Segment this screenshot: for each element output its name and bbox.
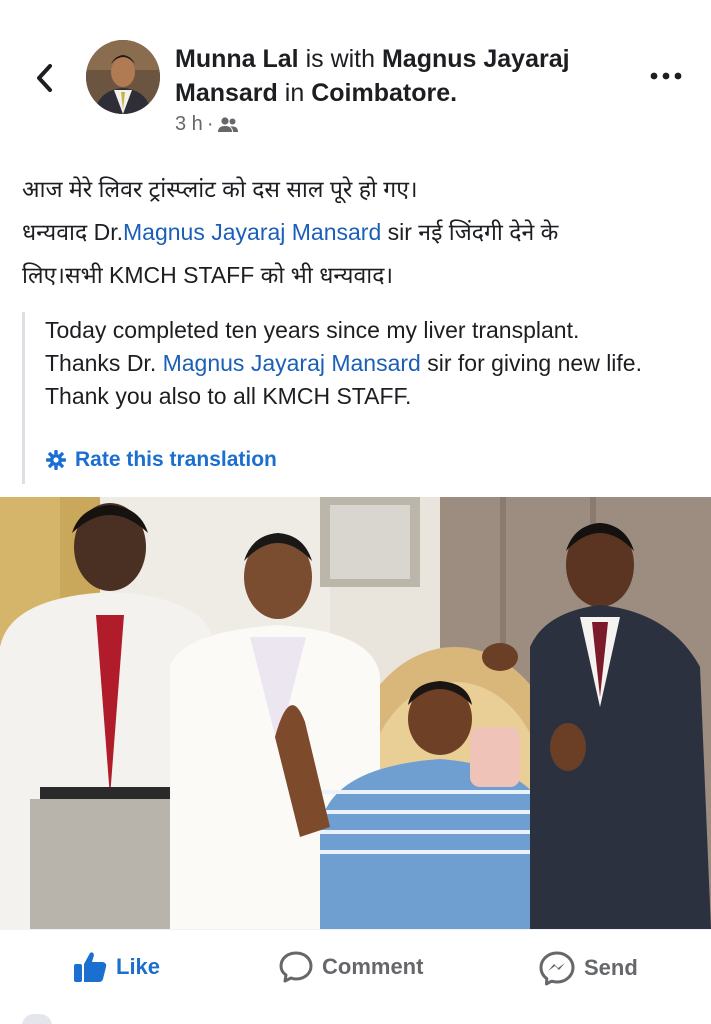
post-photo[interactable]	[0, 497, 711, 929]
like-button[interactable]: Like	[72, 950, 160, 984]
post-text-line: आज मेरे लिवर ट्रांस्प्लांट को दस साल पूर…	[22, 176, 418, 202]
meta-separator: ·	[206, 113, 214, 135]
translation-line: Thanks Dr. Magnus Jayaraj Mansard sir fo…	[45, 347, 665, 413]
comment-button[interactable]: Comment	[278, 950, 423, 984]
send-label: Send	[584, 955, 638, 980]
send-button[interactable]: Send	[538, 950, 638, 986]
post-meta: 3 h ·	[175, 113, 239, 136]
facebook-post: Munna Lal is with Magnus Jayaraj Mansard…	[0, 0, 711, 1024]
translation-tagged-link[interactable]: Magnus Jayaraj Mansard	[163, 350, 421, 376]
post-time[interactable]: 3 h	[175, 113, 203, 136]
back-button[interactable]	[30, 60, 60, 96]
text-segment: sir नई जिंदगी देने के	[381, 219, 559, 245]
text-segment: धन्यवाद Dr.	[22, 219, 124, 245]
comment-icon	[279, 951, 313, 983]
avatar[interactable]	[86, 40, 160, 114]
post-header: Munna Lal is with Magnus Jayaraj Mansard…	[0, 0, 711, 150]
post-text-line: धन्यवाद Dr.Magnus Jayaraj Mansard sir नई…	[22, 211, 692, 254]
action-bar: Like Comment Send	[0, 929, 711, 1002]
in-text: in	[284, 79, 305, 107]
text-segment: Thanks Dr.	[45, 350, 163, 376]
more-options-button[interactable]	[649, 66, 683, 86]
translation-text: Today completed ten years since my liver…	[45, 314, 665, 413]
friends-icon	[218, 116, 239, 132]
more-icon	[650, 72, 682, 80]
post-text: आज मेरे लिवर ट्रांस्प्लांट को दस साल पूर…	[22, 168, 692, 297]
translation-line: Today completed ten years since my liver…	[45, 317, 580, 343]
tagged-link[interactable]: Magnus Jayaraj Mansard	[123, 219, 381, 245]
author-name[interactable]: Munna Lal	[175, 45, 299, 73]
comment-label: Comment	[322, 954, 424, 979]
location[interactable]: Coimbatore.	[311, 79, 457, 107]
next-item-edge	[22, 1014, 52, 1024]
rate-translation-label: Rate this translation	[75, 448, 277, 471]
author-line: Munna Lal is with Magnus Jayaraj Mansard…	[175, 42, 625, 110]
messenger-icon	[539, 951, 575, 986]
gear-icon	[46, 450, 66, 470]
thumbs-up-icon	[74, 952, 107, 982]
rate-translation-button[interactable]: Rate this translation	[45, 448, 277, 472]
translation-block: Today completed ten years since my liver…	[22, 312, 685, 484]
chevron-left-icon	[37, 64, 52, 92]
post-text-line: लिए।सभी KMCH STAFF को भी धन्यवाद।	[22, 262, 394, 288]
like-label: Like	[116, 954, 161, 979]
with-text: is with	[305, 45, 376, 73]
